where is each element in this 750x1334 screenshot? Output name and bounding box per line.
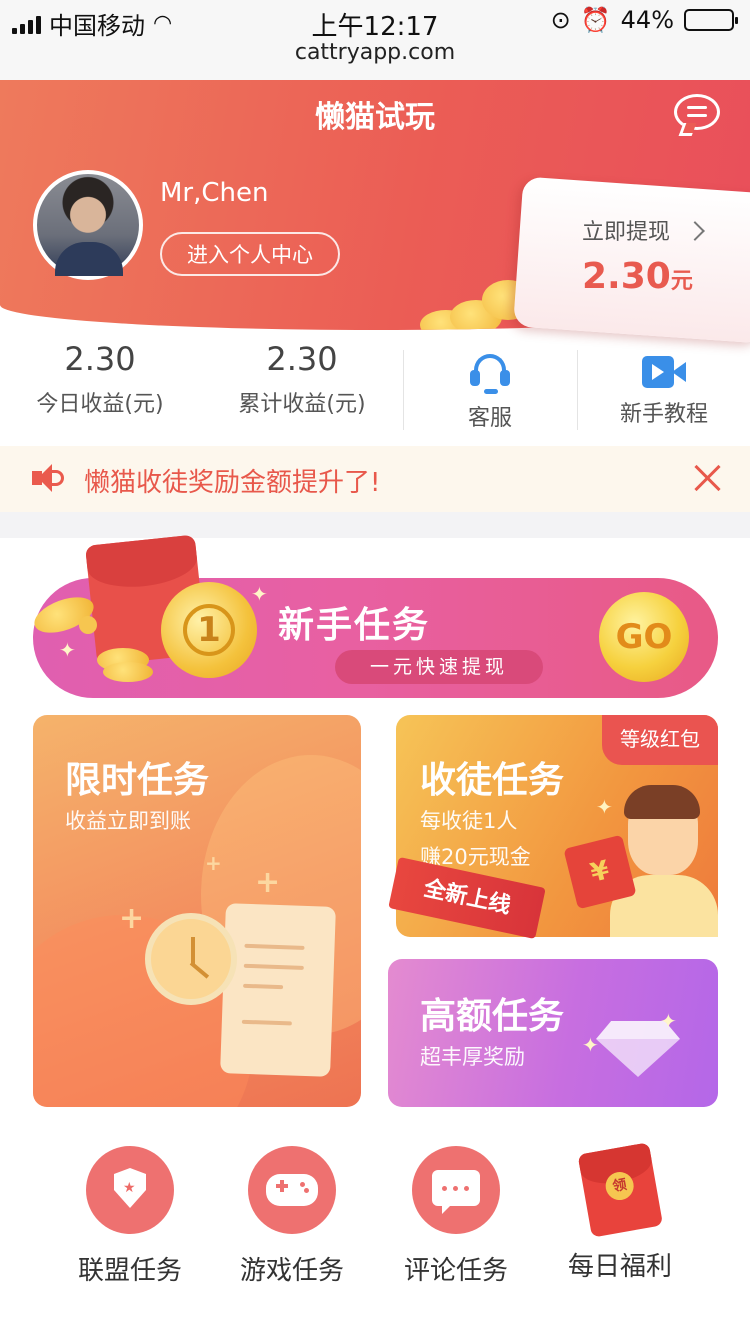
recruit-task-title: 收徒任务 <box>420 760 565 801</box>
comment-icon <box>412 1146 500 1234</box>
profile-center-button[interactable]: 进入个人中心 <box>160 232 340 276</box>
clock-icon <box>145 913 237 1005</box>
sparkle-icon: ✦ <box>660 1009 677 1033</box>
speaker-icon <box>32 462 68 494</box>
video-icon <box>642 356 686 388</box>
today-earnings-label: 今日收益(元) <box>36 392 164 417</box>
customer-service-button[interactable]: 客服 <box>420 340 560 432</box>
rotation-lock-icon: ⊙ <box>550 6 571 34</box>
app-title: 懒猫试玩 <box>315 100 435 135</box>
withdraw-label[interactable]: 立即提现 <box>582 214 670 246</box>
message-icon[interactable] <box>674 94 720 130</box>
tutorial-label: 新手教程 <box>619 402 708 427</box>
coin-icon: 1 <box>161 582 257 678</box>
close-icon[interactable] <box>692 463 722 493</box>
total-earnings: 2.30 累计收益(元) <box>222 340 382 418</box>
total-earnings-label: 累计收益(元) <box>238 392 366 417</box>
sparkle-icon: ✦ <box>59 638 76 662</box>
customer-service-label: 客服 <box>467 406 512 431</box>
game-task-label: 游戏任务 <box>239 1256 344 1286</box>
recruit-task-line1: 每收徒1人 <box>420 809 518 833</box>
username: Mr,Chen <box>160 178 269 208</box>
withdraw-amount-value: 2.30 <box>582 256 671 297</box>
battery-percent: 44% <box>620 6 674 34</box>
comment-task-label: 评论任务 <box>403 1256 508 1286</box>
high-task-title: 高额任务 <box>420 996 565 1037</box>
shield-icon: ★ <box>86 1146 174 1234</box>
status-bar: 中国移动 ◠ 上午12:17 cattryapp.com ⊙ ⏰ 44% <box>0 0 750 80</box>
today-earnings: 2.30 今日收益(元) <box>20 340 180 418</box>
tutorial-button[interactable]: 新手教程 <box>594 340 734 428</box>
plus-icon: + <box>119 901 145 936</box>
sparkle-icon: ✦ <box>582 1033 599 1057</box>
newbie-task-banner[interactable]: 1 ✦ ✦ 新手任务 一元快速提现 GO <box>29 534 718 698</box>
total-earnings-value: 2.30 <box>266 340 338 378</box>
alliance-task-label: 联盟任务 <box>77 1256 182 1286</box>
high-reward-task-card[interactable]: 高额任务 超丰厚奖励 ✦ ✦ <box>388 959 718 1107</box>
comment-task-button[interactable]: 评论任务 <box>376 1140 536 1287</box>
game-task-button[interactable]: 游戏任务 <box>212 1140 372 1287</box>
go-button[interactable]: GO <box>599 592 689 682</box>
task-category-row: ★ 联盟任务 游戏任务 评论任务 领 每日福利 <box>0 1140 750 1330</box>
banner-subtitle: 一元快速提现 <box>335 650 543 684</box>
limited-task-card[interactable]: 限时任务 收益立即到账 + + + <box>33 715 361 1107</box>
alliance-task-button[interactable]: ★ 联盟任务 <box>50 1140 210 1287</box>
notice-text[interactable]: 懒猫收徒奖励金额提升了! <box>84 462 380 499</box>
limited-task-title: 限时任务 <box>65 760 210 801</box>
plus-icon: + <box>255 865 281 900</box>
withdraw-amount: 2.30元 <box>582 256 693 297</box>
sparkle-icon: ✦ <box>596 795 613 819</box>
stats-row: 2.30 今日收益(元) 2.30 累计收益(元) 客服 新手教程 <box>0 340 750 440</box>
receipt-icon <box>220 903 336 1077</box>
coin-number: 1 <box>183 604 235 656</box>
sparkle-icon: ✦ <box>251 582 268 606</box>
battery-icon <box>684 9 738 31</box>
red-envelope-icon: 领 <box>573 1136 668 1240</box>
high-task-subtitle: 超丰厚奖励 <box>420 1045 525 1069</box>
daily-benefit-label: 每日福利 <box>567 1252 672 1282</box>
section-divider <box>0 512 750 538</box>
alarm-icon: ⏰ <box>580 6 611 34</box>
level-bonus-tag: 等级红包 <box>602 715 718 765</box>
plus-icon: + <box>205 851 222 875</box>
notice-bar: 懒猫收徒奖励金额提升了! <box>0 446 750 512</box>
avatar[interactable] <box>33 170 143 280</box>
page-url: cattryapp.com <box>294 40 456 65</box>
gamepad-icon <box>248 1146 336 1234</box>
today-earnings-value: 2.30 <box>64 340 136 378</box>
headset-icon <box>470 352 510 394</box>
banner-title: 新手任务 <box>278 605 431 646</box>
limited-task-subtitle: 收益立即到账 <box>65 809 191 833</box>
daily-benefit-button[interactable]: 领 每日福利 <box>540 1140 700 1283</box>
withdraw-amount-unit: 元 <box>670 269 693 294</box>
